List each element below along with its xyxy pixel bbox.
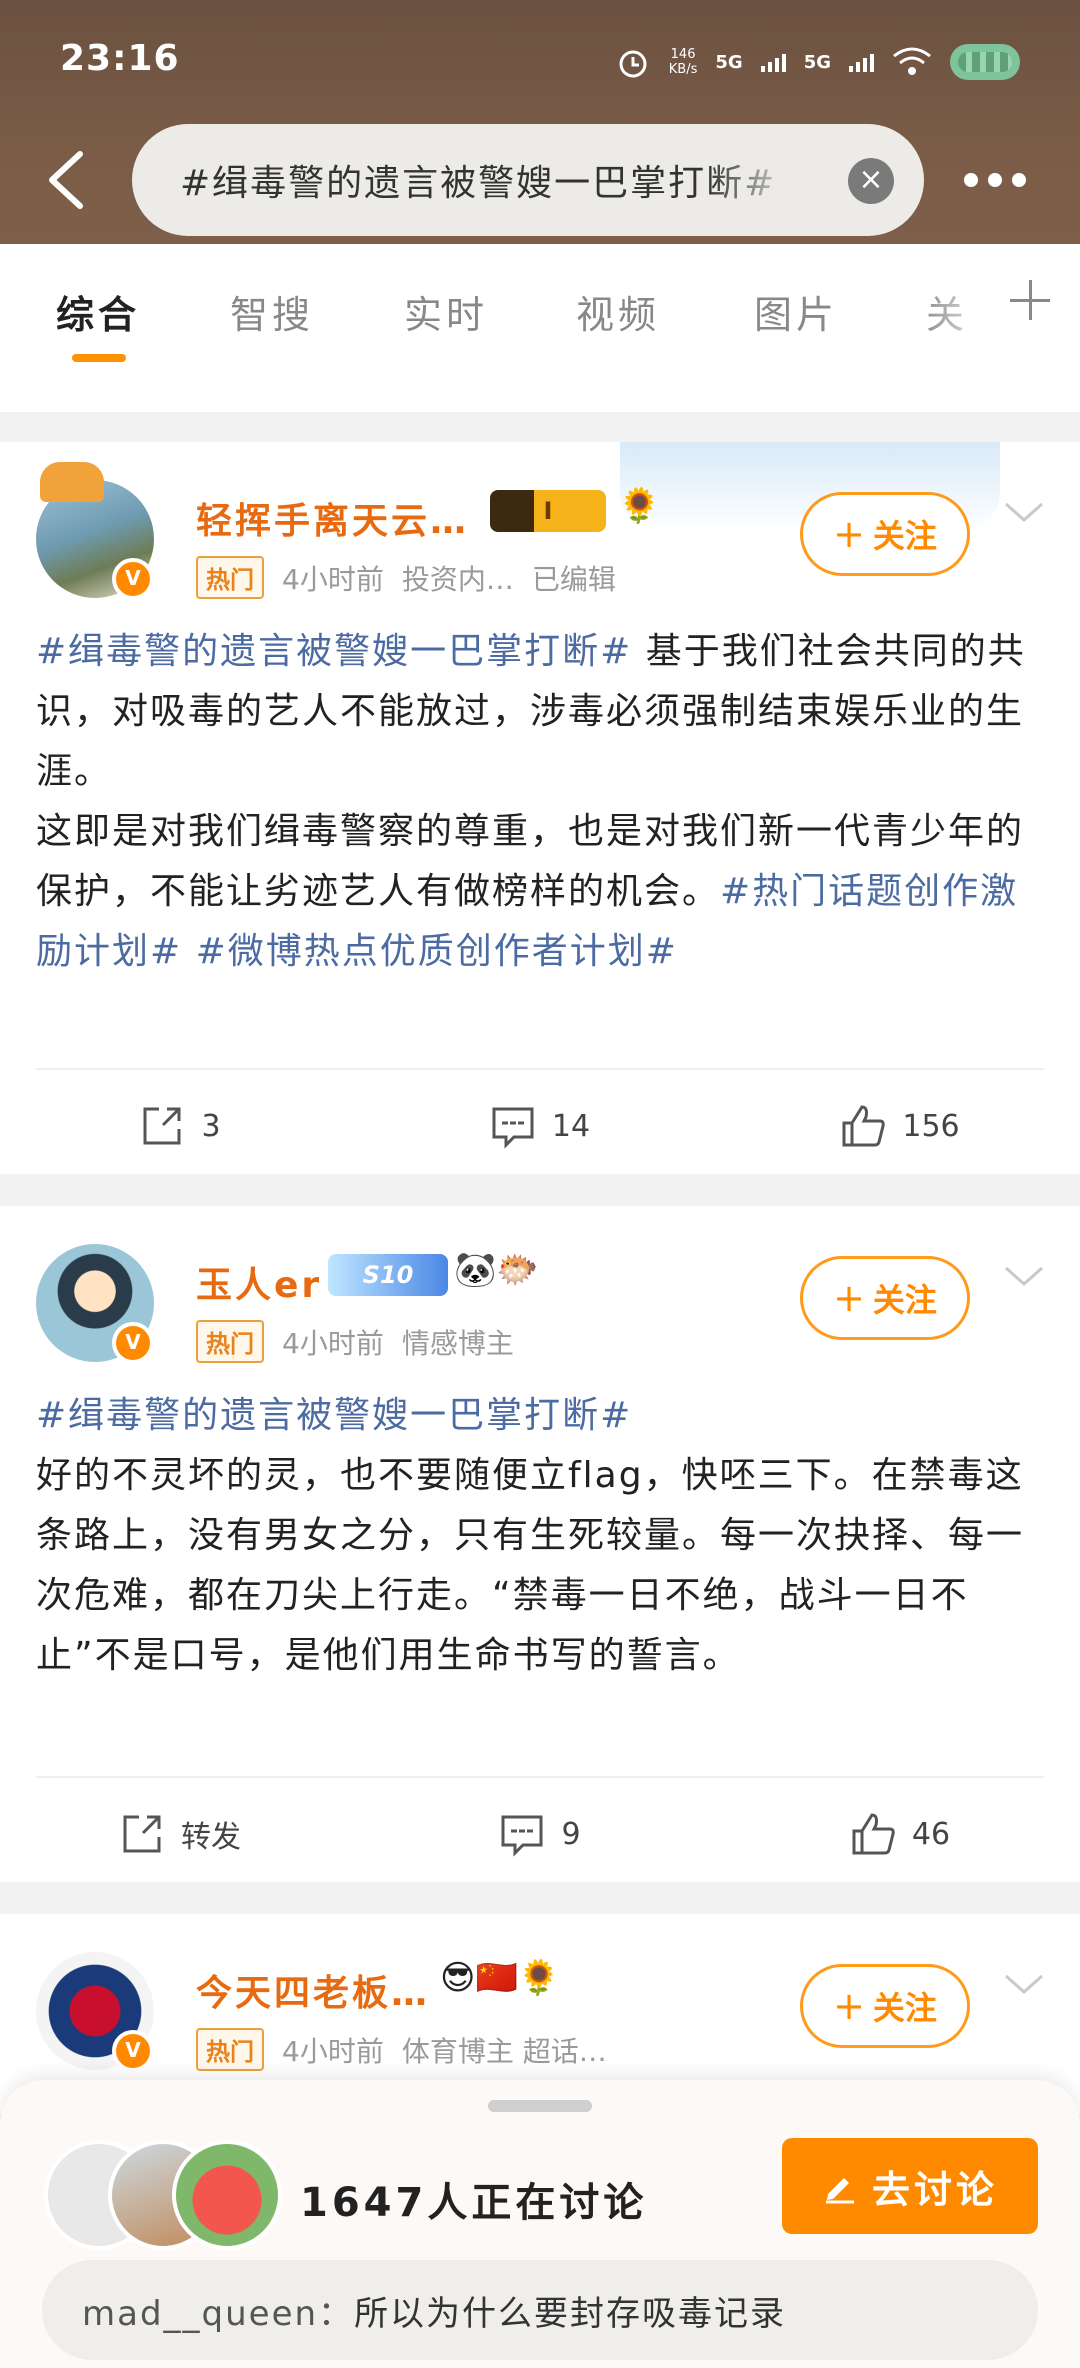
like-button[interactable]: 46 — [720, 1786, 1080, 1882]
chevron-down-icon[interactable] — [1002, 1262, 1046, 1290]
divider — [36, 1776, 1044, 1778]
post-body: #缉毒警的遗言被警嫂一巴掌打断# 好的不灵坏的灵，也不要随便立flag，快呸三下… — [36, 1395, 1025, 1676]
chevron-down-icon[interactable] — [1002, 498, 1046, 526]
sunflower-icon: 🌻 — [618, 486, 661, 526]
post-card[interactable]: V 玉人er S10 🐼🐡 热门 4小时前 情感博主 + 关注 #缉毒警的遗言被… — [0, 1206, 1080, 1882]
verified-badge-icon: V — [112, 1322, 154, 1364]
wifi-icon — [893, 47, 931, 75]
edited-label: 已编辑 — [531, 562, 616, 596]
battery-icon — [950, 44, 1020, 80]
tab-pictures[interactable]: 图片 — [754, 284, 838, 339]
post-time: 4小时前 — [282, 1326, 384, 1360]
action-bar: 3 14 156 — [0, 1078, 1080, 1174]
post-body: #缉毒警的遗言被警嫂一巴掌打断# 基于我们社会共同的共识，对吸毒的艺人不能放过，… — [36, 631, 1026, 972]
tab-comprehensive[interactable]: 综合 — [56, 284, 140, 339]
previous-card-remnant — [0, 372, 1080, 412]
status-icons: 146 KB/s 5G 5G — [615, 34, 1020, 90]
more-options-button[interactable] — [964, 160, 1034, 200]
verified-badge-icon: V — [112, 2030, 154, 2072]
post-card[interactable]: V 轻挥手离天云… I 🌻 热门 4小时前 投资内… 已编辑 + 关注 #缉毒警… — [0, 442, 1080, 1174]
divider — [36, 1068, 1044, 1070]
chevron-down-icon[interactable] — [1002, 1970, 1046, 1998]
verified-badge-icon: V — [112, 558, 154, 600]
follow-button[interactable]: + 关注 — [800, 492, 970, 576]
add-tab-icon[interactable] — [1010, 280, 1050, 320]
topic-link[interactable]: #缉毒警的遗言被警嫂一巴掌打断# — [36, 1395, 632, 1436]
comment-preview[interactable]: mad__queen： 所以为什么要封存吸毒记录 — [42, 2260, 1038, 2360]
hot-tag: 热门 — [196, 2028, 264, 2071]
status-time: 23:16 — [60, 38, 180, 79]
comment-button[interactable]: 9 — [360, 1786, 720, 1882]
topic-link[interactable]: #缉毒警的遗言被警嫂一巴掌打断# — [36, 631, 632, 672]
active-tab-indicator — [72, 354, 126, 362]
tab-bar: 综合 智搜 实时 视频 图片 关 — [0, 244, 1080, 372]
tab-fade — [920, 244, 1000, 372]
avatar-decoration — [40, 462, 104, 502]
plus-icon: + — [833, 1276, 865, 1320]
repost-button[interactable]: 转发 — [0, 1786, 360, 1882]
follow-button[interactable]: + 关注 — [800, 1964, 970, 2048]
avatar — [172, 2140, 282, 2250]
post-meta: 热门 4小时前 体育博主 超话… — [196, 2028, 607, 2071]
share-icon — [143, 1107, 181, 1145]
comment-username: mad__queen： — [82, 2293, 355, 2334]
search-input[interactable]: #缉毒警的遗言被警嫂一巴掌打断# × — [132, 124, 924, 236]
discussion-sheet: 1647人正在讨论 去讨论 mad__queen： 所以为什么要封存吸毒记录 — [0, 2080, 1080, 2368]
tab-realtime[interactable]: 实时 — [404, 284, 488, 339]
drag-handle[interactable] — [488, 2100, 592, 2112]
alarm-icon — [619, 50, 647, 78]
thumbs-up-icon — [842, 1105, 886, 1147]
post-source: 体育博主 超话… — [401, 2034, 607, 2068]
plus-icon: + — [833, 1984, 865, 2028]
signal-5g-1: 5G — [715, 51, 743, 73]
level-badge: S10 — [328, 1254, 448, 1296]
like-button[interactable]: 156 — [720, 1078, 1080, 1174]
net-speed: 146 KB/s — [668, 47, 698, 77]
action-bar: 转发 9 46 — [0, 1786, 1080, 1882]
signal-5g-2: 5G — [803, 51, 831, 73]
discussion-count: 1647人正在讨论 — [300, 2180, 648, 2226]
status-bar: 23:16 146 KB/s 5G 5G — [60, 34, 1020, 90]
participant-avatars — [44, 2140, 284, 2250]
plus-icon: + — [833, 512, 865, 556]
back-button[interactable] — [40, 140, 96, 220]
comment-text: 所以为什么要封存吸毒记录 — [354, 2293, 787, 2334]
follow-button[interactable]: + 关注 — [800, 1256, 970, 1340]
comment-icon — [492, 1107, 534, 1149]
search-query: #缉毒警的遗言被警嫂一巴掌打断# — [180, 163, 777, 204]
tab-smart-search[interactable]: 智搜 — [230, 284, 314, 339]
go-discuss-button[interactable]: 去讨论 — [782, 2138, 1038, 2234]
pen-icon — [825, 2178, 854, 2204]
username[interactable]: 玉人er — [196, 1256, 322, 1308]
thumbs-up-icon — [852, 1813, 895, 1855]
post-meta: 热门 4小时前 情感博主 — [196, 1320, 514, 1363]
back-arrow-icon — [49, 151, 83, 209]
comment-icon — [501, 1815, 543, 1857]
signal-bars-icon — [760, 52, 786, 72]
post-source: 投资内… — [401, 562, 514, 596]
username[interactable]: 今天四老板… — [196, 1964, 430, 2016]
signal-bars-icon — [849, 52, 874, 72]
topic-link[interactable]: #微博热点优质创作者计划# — [196, 931, 678, 972]
username[interactable]: 轻挥手离天云… — [196, 492, 469, 544]
panda-fish-icon: 🐼🐡 — [454, 1250, 539, 1290]
tab-video[interactable]: 视频 — [576, 284, 660, 339]
post-time: 4小时前 — [282, 2034, 384, 2068]
top-header: 23:16 146 KB/s 5G 5G #缉毒警的遗言被警嫂一巴掌打断# × — [0, 0, 1080, 244]
close-icon[interactable]: × — [848, 158, 894, 204]
share-icon — [123, 1815, 161, 1853]
post-source: 情感博主 — [401, 1326, 514, 1360]
hot-tag: 热门 — [196, 1320, 264, 1363]
sunglasses-flag-sunflower-icon: 😎🇨🇳🌻 — [440, 1958, 561, 1998]
post-time: 4小时前 — [282, 562, 384, 596]
repost-button[interactable]: 3 — [0, 1078, 360, 1174]
post-meta: 热门 4小时前 投资内… 已编辑 — [196, 556, 616, 599]
level-badge: I — [490, 490, 606, 532]
comment-button[interactable]: 14 — [360, 1078, 720, 1174]
hot-tag: 热门 — [196, 556, 264, 599]
